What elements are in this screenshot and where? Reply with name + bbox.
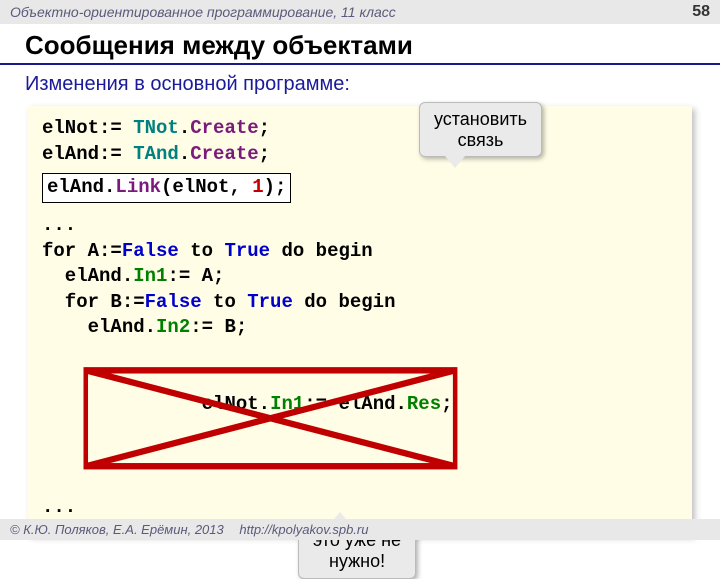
slide-subtitle: Изменения в основной программе: — [0, 65, 720, 106]
code-line: elAnd.In1:= A; — [42, 264, 678, 290]
cross-out-icon — [82, 365, 459, 472]
course-name: Объектно-ориентированное программировани… — [10, 4, 396, 20]
slide-title: Сообщения между объектами — [0, 24, 720, 65]
code-line: elNot:= TNot.Create; — [42, 116, 678, 142]
code-line: elAnd:= TAnd.Create; — [42, 142, 678, 168]
callout-text: установить связь — [434, 109, 527, 150]
slide-header: Объектно-ориентированное программировани… — [0, 0, 720, 24]
callout-link: установить связь — [419, 102, 542, 157]
code-line-crossed: elNot.In1:= elAnd.Res; — [42, 341, 678, 495]
code-line: elAnd.In2:= B; — [42, 315, 678, 341]
code-block: elNot:= TNot.Create; elAnd:= TAnd.Create… — [28, 106, 692, 535]
code-line: ... — [42, 213, 678, 239]
copyright: © К.Ю. Поляков, Е.А. Ерёмин, 2013 — [10, 522, 224, 537]
code-line: for B:=False to True do begin — [42, 290, 678, 316]
code-line: ... — [42, 495, 678, 521]
code-line: for A:=False to True do begin — [42, 239, 678, 265]
slide-footer: © К.Ю. Поляков, Е.А. Ерёмин, 2013 http:/… — [0, 519, 720, 540]
code-line-highlighted: elAnd.Link(elNot, 1); — [42, 167, 678, 203]
page-number: 58 — [692, 3, 710, 21]
footer-url: http://kpolyakov.spb.ru — [239, 522, 368, 537]
